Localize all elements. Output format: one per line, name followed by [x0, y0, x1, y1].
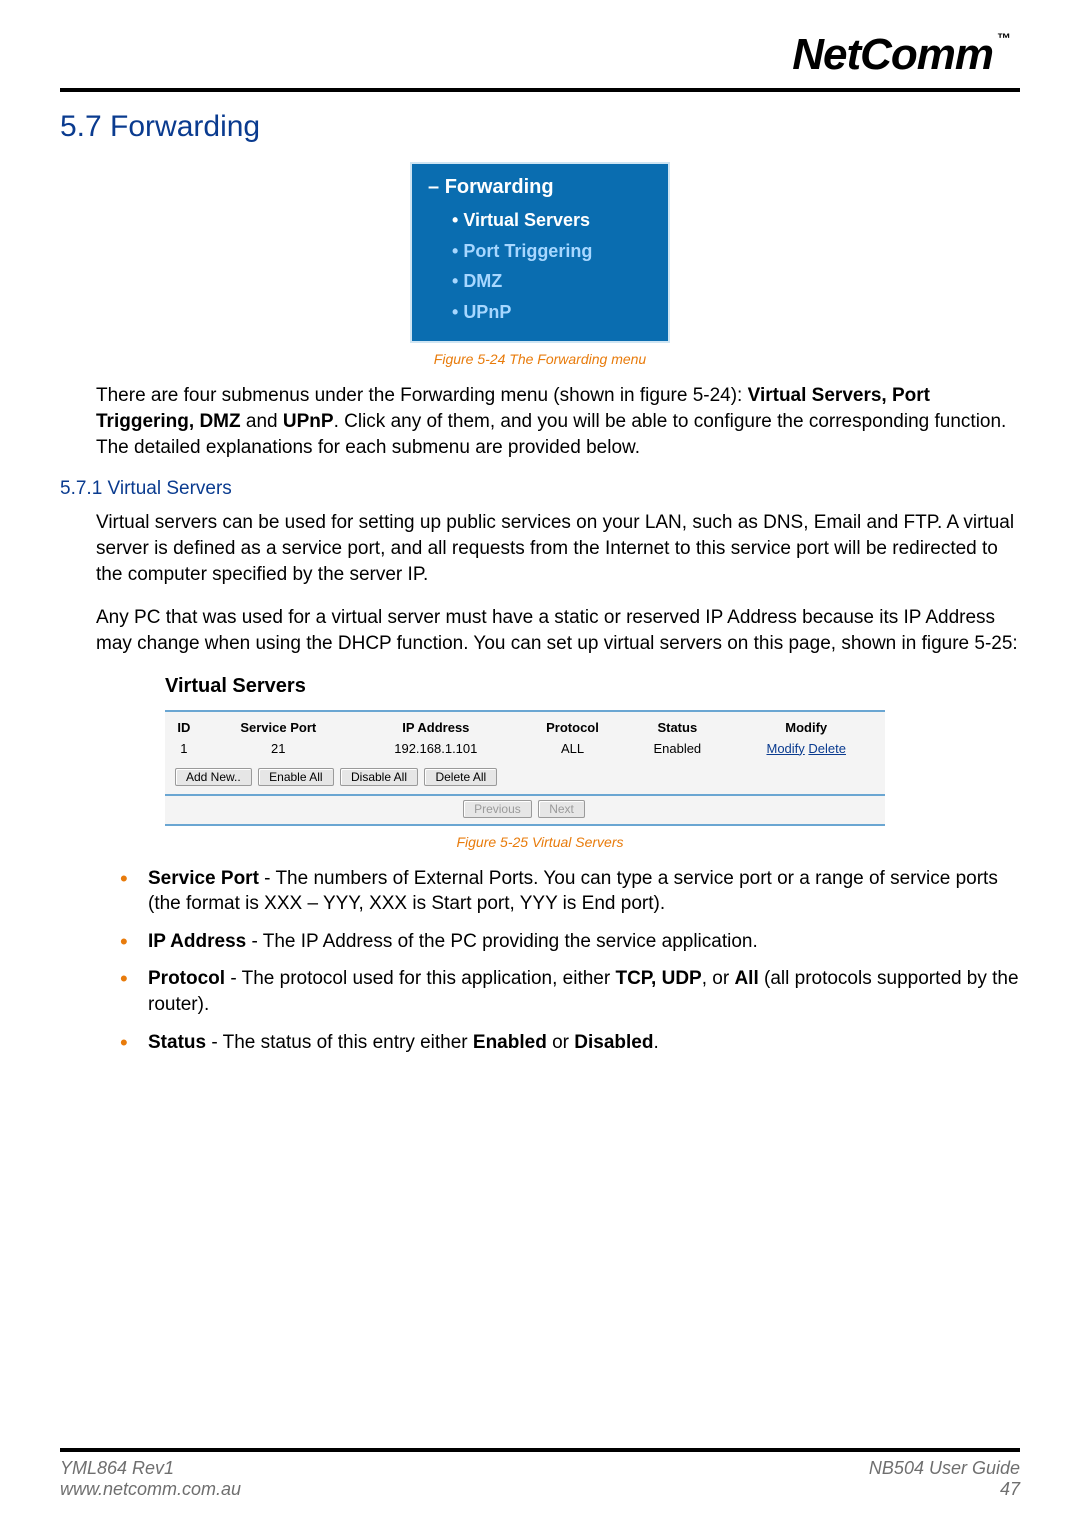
intro-text-pre: There are four submenus under the Forwar… — [96, 385, 748, 406]
delete-all-button[interactable]: Delete All — [424, 768, 497, 786]
forwarding-menu-box: Forwarding Virtual Servers Port Triggeri… — [410, 162, 670, 343]
field-descriptions: Service Port - The numbers of External P… — [120, 866, 1020, 1056]
intro-bold-2: UPnP — [283, 411, 334, 432]
virtual-servers-figure: Virtual Servers ID Service Port IP Addre… — [165, 675, 885, 826]
intro-text-mid: and — [241, 411, 283, 432]
col-service-port: Service Port — [203, 714, 354, 737]
next-button[interactable]: Next — [538, 800, 585, 818]
field-desc-bold2: Disabled — [574, 1032, 653, 1053]
menu-children: Virtual Servers Port Triggering DMZ UPnP — [452, 205, 640, 327]
field-term: Service Port — [148, 868, 259, 889]
figure-caption-vs: Figure 5-25 Virtual Servers — [60, 834, 1020, 850]
menu-item-virtual-servers[interactable]: Virtual Servers — [452, 205, 640, 236]
menu-item-upnp[interactable]: UPnP — [452, 297, 640, 328]
table-row: 1 21 192.168.1.101 ALL Enabled Modify De… — [165, 737, 885, 764]
field-term: Status — [148, 1032, 206, 1053]
footer-right: NB504 User Guide 47 — [869, 1458, 1020, 1500]
add-new-button[interactable]: Add New.. — [175, 768, 252, 786]
sub-heading: 5.7.1 Virtual Servers — [60, 478, 1020, 500]
footer-doc-rev: YML864 Rev1 — [60, 1458, 241, 1479]
table-button-row: Add New.. Enable All Disable All Delete … — [165, 764, 885, 792]
menu-parent[interactable]: Forwarding — [428, 176, 640, 199]
menu-item-port-triggering[interactable]: Port Triggering — [452, 236, 640, 267]
field-status: Status - The status of this entry either… — [120, 1030, 1020, 1056]
trademark-symbol: ™ — [997, 30, 1010, 46]
virtual-servers-title: Virtual Servers — [165, 675, 885, 698]
disable-all-button[interactable]: Disable All — [340, 768, 418, 786]
col-ip-address: IP Address — [354, 714, 518, 737]
col-modify: Modify — [727, 714, 885, 737]
field-term: Protocol — [148, 968, 225, 989]
field-desc-bold: Enabled — [473, 1032, 547, 1053]
enable-all-button[interactable]: Enable All — [258, 768, 333, 786]
cell-ip-address: 192.168.1.101 — [354, 737, 518, 764]
table-header-row: ID Service Port IP Address Protocol Stat… — [165, 714, 885, 737]
field-service-port: Service Port - The numbers of External P… — [120, 866, 1020, 917]
field-desc-bold2: All — [734, 968, 758, 989]
cell-id: 1 — [165, 737, 203, 764]
field-desc-pre: - The status of this entry either — [206, 1032, 473, 1053]
section-heading: 5.7 Forwarding — [60, 110, 1020, 144]
field-term: IP Address — [148, 931, 246, 952]
cell-status: Enabled — [627, 737, 727, 764]
brand-logo: NetComm™ — [60, 30, 1020, 80]
cell-modify: Modify Delete — [727, 737, 885, 764]
figure-caption-menu: Figure 5-24 The Forwarding menu — [60, 351, 1020, 367]
field-desc-mid: or — [547, 1032, 574, 1053]
forwarding-menu-figure: Forwarding Virtual Servers Port Triggeri… — [60, 162, 1020, 343]
field-desc-mid: , or — [702, 968, 735, 989]
footer-url: www.netcomm.com.au — [60, 1479, 241, 1500]
footer-left: YML864 Rev1 www.netcomm.com.au — [60, 1458, 241, 1500]
field-desc-post: . — [653, 1032, 658, 1053]
delete-link[interactable]: Delete — [808, 741, 846, 756]
modify-link[interactable]: Modify — [766, 741, 804, 756]
header-divider — [60, 88, 1020, 92]
virtual-servers-table: ID Service Port IP Address Protocol Stat… — [165, 714, 885, 764]
table-nav-row: Previous Next — [165, 796, 885, 826]
previous-button[interactable]: Previous — [463, 800, 532, 818]
field-desc-bold: TCP, UDP — [615, 968, 701, 989]
page-footer: YML864 Rev1 www.netcomm.com.au NB504 Use… — [60, 1448, 1020, 1500]
field-ip-address: IP Address - The IP Address of the PC pr… — [120, 929, 1020, 955]
virtual-servers-panel: ID Service Port IP Address Protocol Stat… — [165, 710, 885, 796]
field-desc: - The numbers of External Ports. You can… — [148, 868, 998, 915]
intro-paragraph: There are four submenus under the Forwar… — [96, 383, 1020, 460]
menu-item-dmz[interactable]: DMZ — [452, 266, 640, 297]
field-desc-pre: - The protocol used for this application… — [225, 968, 615, 989]
brand-name: NetComm — [792, 30, 993, 79]
virtual-servers-note: Any PC that was used for a virtual serve… — [96, 605, 1020, 656]
virtual-servers-intro: Virtual servers can be used for setting … — [96, 510, 1020, 587]
cell-protocol: ALL — [518, 737, 627, 764]
field-desc: - The IP Address of the PC providing the… — [246, 931, 758, 952]
col-protocol: Protocol — [518, 714, 627, 737]
field-protocol: Protocol - The protocol used for this ap… — [120, 966, 1020, 1017]
col-id: ID — [165, 714, 203, 737]
cell-service-port: 21 — [203, 737, 354, 764]
footer-page-number: 47 — [869, 1479, 1020, 1500]
col-status: Status — [627, 714, 727, 737]
footer-guide: NB504 User Guide — [869, 1458, 1020, 1479]
